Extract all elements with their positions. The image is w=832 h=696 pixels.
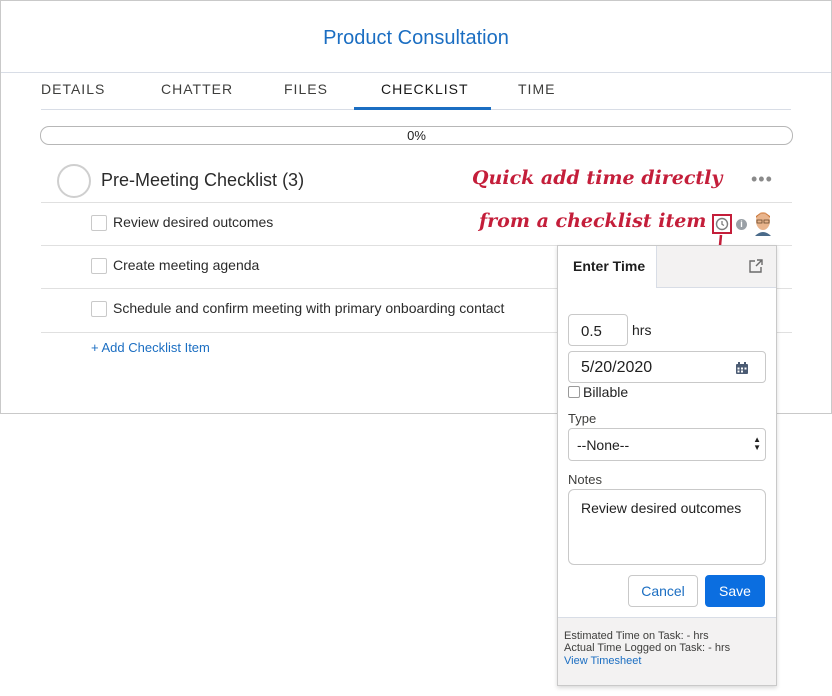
notes-textarea[interactable]: Review desired outcomes bbox=[568, 489, 766, 565]
active-tab-indicator bbox=[354, 107, 491, 110]
clock-icon bbox=[715, 217, 729, 231]
actual-time-text: Actual Time Logged on Task: - hrs bbox=[564, 642, 731, 654]
section-completion-circle[interactable] bbox=[57, 164, 91, 198]
calendar-icon[interactable] bbox=[735, 361, 749, 375]
clock-icon-highlight[interactable] bbox=[712, 214, 732, 234]
date-value: 5/20/2020 bbox=[581, 359, 653, 376]
enter-time-tab[interactable]: Enter Time bbox=[558, 246, 656, 287]
info-icon[interactable]: i bbox=[736, 219, 747, 230]
type-select[interactable]: --None-- ▲ ▼ bbox=[568, 428, 766, 461]
more-dots-icon[interactable]: ••• bbox=[751, 169, 773, 190]
item-checkbox[interactable] bbox=[91, 301, 107, 317]
view-timesheet-link[interactable]: View Timesheet bbox=[564, 655, 641, 667]
item-label: Create meeting agenda bbox=[113, 257, 260, 273]
save-button[interactable]: Save bbox=[705, 575, 765, 607]
tab-bar: DETAILS CHATTER FILES CHECKLIST TIME bbox=[41, 81, 791, 110]
checklist-progress-bar: 0% bbox=[40, 126, 793, 145]
annotation-line-1: Quick add time directly bbox=[472, 167, 723, 189]
tab-checklist[interactable]: CHECKLIST bbox=[381, 81, 469, 97]
checklist-item: Review desired outcomes bbox=[41, 202, 792, 246]
hours-unit-label: hrs bbox=[632, 322, 652, 338]
enter-time-popover: Enter Time 0.5 hrs 5/20/2020 Billable Ty… bbox=[557, 245, 777, 686]
billable-label: Billable bbox=[583, 384, 629, 400]
item-label: Review desired outcomes bbox=[113, 214, 274, 230]
estimated-time-text: Estimated Time on Task: - hrs bbox=[564, 630, 709, 642]
type-selected-value: --None-- bbox=[577, 437, 630, 453]
hours-input[interactable]: 0.5 bbox=[568, 314, 628, 346]
popover-footer: Estimated Time on Task: - hrs Actual Tim… bbox=[558, 617, 776, 685]
select-arrows-icon: ▲ ▼ bbox=[753, 435, 761, 452]
divider bbox=[1, 72, 831, 73]
item-checkbox[interactable] bbox=[91, 215, 107, 231]
section-title: Pre-Meeting Checklist (3) bbox=[101, 170, 305, 190]
progress-label: 0% bbox=[407, 128, 426, 143]
add-checklist-item-link[interactable]: + Add Checklist Item bbox=[91, 340, 210, 355]
item-checkbox[interactable] bbox=[91, 258, 107, 274]
popout-icon[interactable] bbox=[748, 258, 764, 274]
tab-files[interactable]: FILES bbox=[284, 81, 328, 97]
avatar[interactable] bbox=[752, 210, 774, 236]
type-label: Type bbox=[568, 411, 597, 426]
enter-time-tab-label: Enter Time bbox=[573, 258, 646, 274]
tab-details[interactable]: DETAILS bbox=[41, 81, 105, 97]
cancel-button[interactable]: Cancel bbox=[628, 575, 698, 607]
billable-checkbox[interactable] bbox=[568, 386, 580, 398]
tab-time[interactable]: TIME bbox=[518, 81, 555, 97]
page-title: Product Consultation bbox=[323, 27, 509, 49]
date-input[interactable]: 5/20/2020 bbox=[568, 351, 766, 383]
notes-label: Notes bbox=[568, 472, 602, 487]
item-label: Schedule and confirm meeting with primar… bbox=[113, 300, 505, 316]
tab-chatter[interactable]: CHATTER bbox=[161, 81, 233, 97]
